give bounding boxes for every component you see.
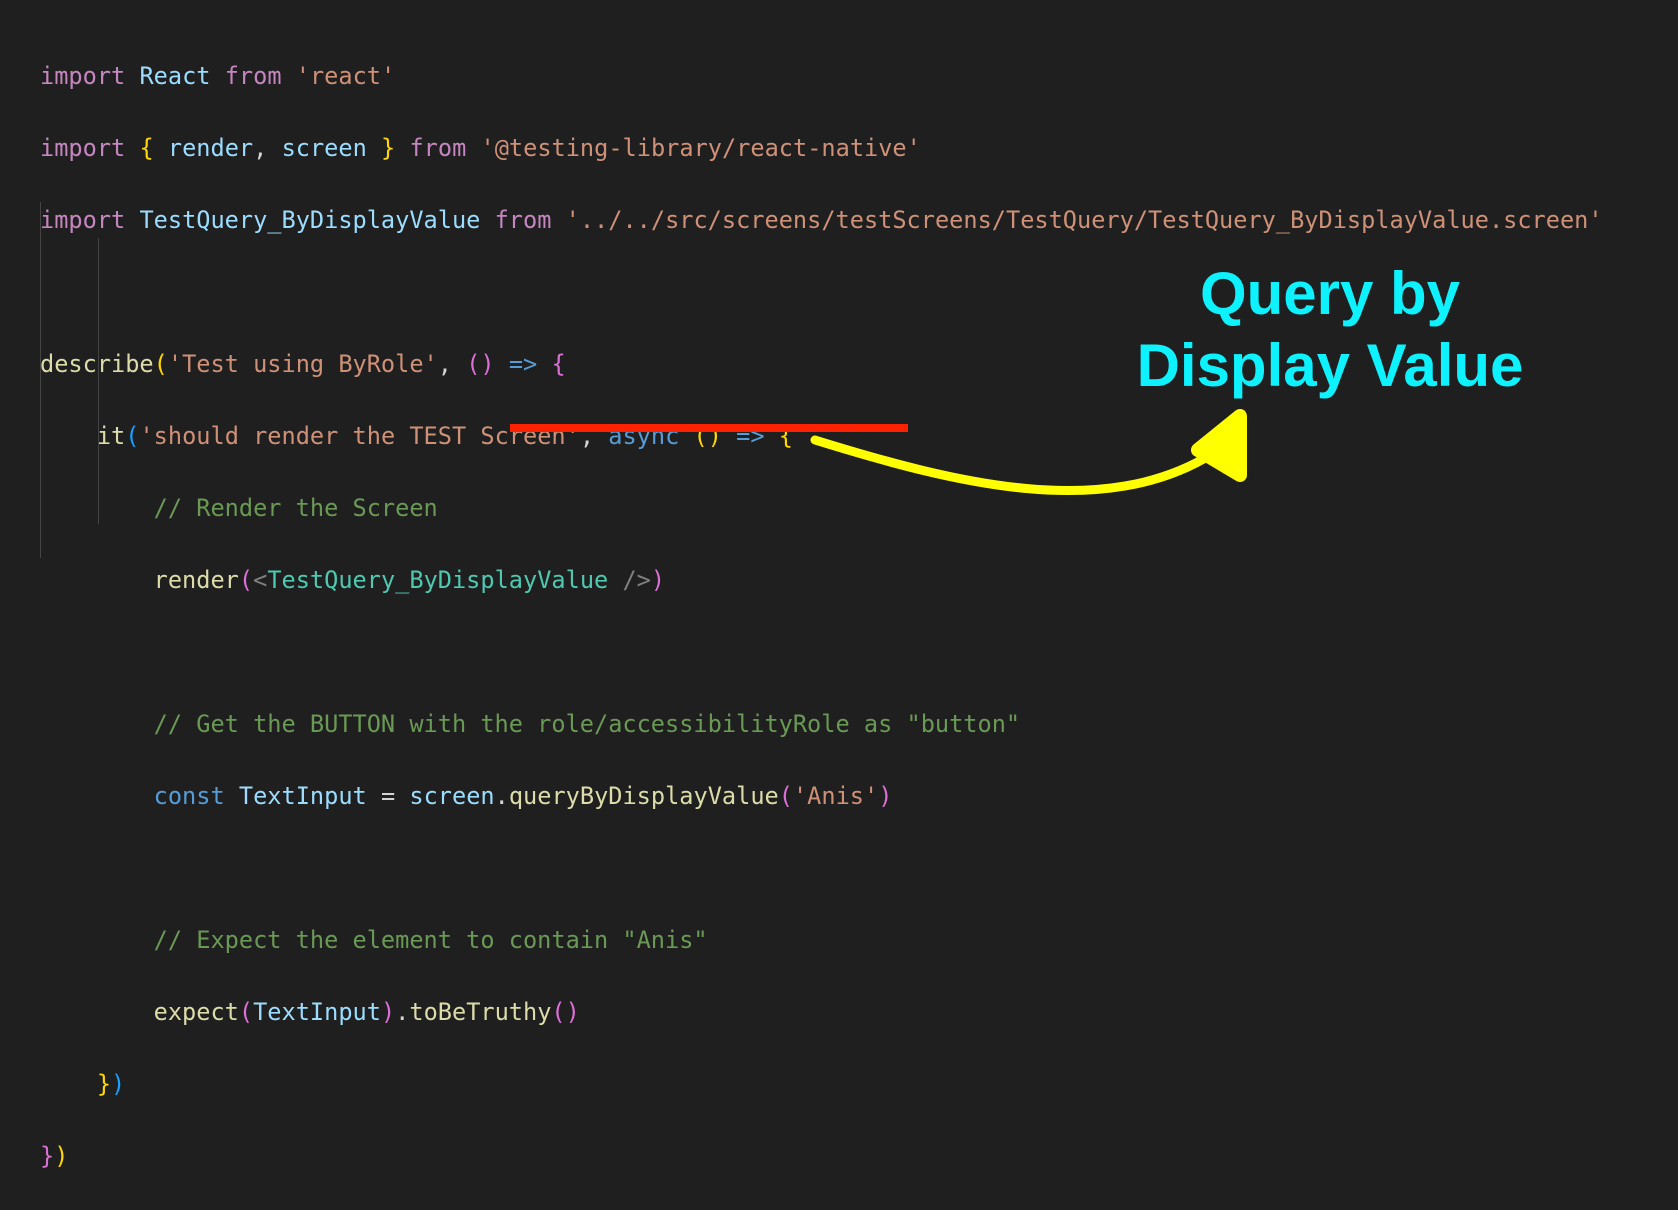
bracket: ) xyxy=(878,782,893,810)
code-line-13: // Expect the element to contain "Anis" xyxy=(40,922,1603,958)
annotation-text: Query by Display Value xyxy=(1110,258,1550,402)
bracket: ( xyxy=(238,998,254,1026)
bracket: } xyxy=(40,1142,55,1170)
punctuation: . xyxy=(395,998,410,1026)
keyword-const: const xyxy=(153,782,225,810)
code-line-10: // Get the BUTTON with the role/accessib… xyxy=(40,706,1603,742)
identifier: screen xyxy=(409,782,495,810)
bracket: } xyxy=(96,1070,112,1098)
code-line-14: expect(TextInput).toBeTruthy() xyxy=(40,994,1603,1030)
bracket: ( xyxy=(778,782,793,810)
method-name: queryByDisplayValue xyxy=(508,782,779,810)
function-name: expect xyxy=(153,998,239,1026)
code-comment: // Get the BUTTON with the role/accessib… xyxy=(153,710,1021,738)
code-line-11: const TextInput = screen.queryByDisplayV… xyxy=(40,778,1603,814)
bracket: () xyxy=(551,998,580,1026)
annotation-line-1: Query by xyxy=(1199,260,1461,327)
identifier: TextInput xyxy=(238,782,367,810)
punctuation: . xyxy=(494,782,509,810)
bracket: ) xyxy=(111,1070,126,1098)
code-line-16: }) xyxy=(40,1138,1603,1174)
code-line-15: }) xyxy=(40,1066,1603,1102)
bracket: ) xyxy=(380,998,396,1026)
method-name: toBeTruthy xyxy=(409,998,552,1026)
identifier: TextInput xyxy=(253,998,381,1026)
bracket: ) xyxy=(54,1142,69,1170)
string-literal: 'Anis' xyxy=(792,782,879,810)
operator: = xyxy=(380,782,396,810)
annotation-line-2: Display Value xyxy=(1136,332,1524,399)
code-comment: // Expect the element to contain "Anis" xyxy=(153,926,708,954)
